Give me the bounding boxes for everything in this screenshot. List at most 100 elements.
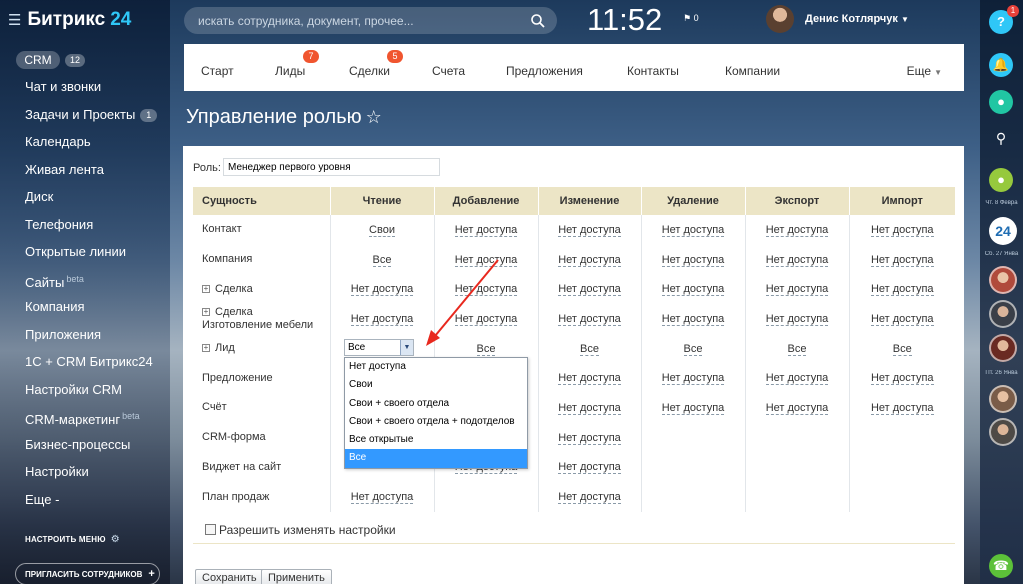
permission-value[interactable]: Нет доступа bbox=[870, 283, 934, 297]
menu-burger-icon[interactable]: ☰ bbox=[8, 11, 21, 29]
permission-value[interactable]: Нет доступа bbox=[661, 401, 725, 415]
flag-counter[interactable]: ⚑ 0 bbox=[683, 13, 699, 24]
permission-value[interactable]: Все bbox=[787, 342, 807, 356]
permission-value[interactable]: Нет доступа bbox=[870, 372, 934, 386]
search-icon[interactable] bbox=[530, 13, 546, 29]
role-name-input[interactable] bbox=[223, 158, 440, 176]
tab-more[interactable]: Еще ▼ bbox=[907, 64, 942, 78]
invite-employees-button[interactable]: ПРИГЛАСИТЬ СОТРУДНИКОВ + bbox=[15, 563, 160, 584]
tab-deals[interactable]: Сделки 5 bbox=[349, 50, 403, 78]
tab-companies[interactable]: Компании bbox=[725, 64, 780, 78]
permission-value[interactable]: Нет доступа bbox=[661, 283, 725, 297]
permission-value[interactable]: Нет доступа bbox=[558, 491, 621, 505]
dropdown-option[interactable]: Свои + своего отдела bbox=[345, 395, 527, 413]
avatar[interactable] bbox=[766, 5, 794, 33]
permission-value[interactable]: Нет доступа bbox=[350, 283, 414, 297]
permission-value[interactable]: Нет доступа bbox=[661, 372, 725, 386]
sidebar-item-company[interactable]: Компания bbox=[25, 297, 165, 325]
sidebar-item-crm[interactable]: CRM bbox=[16, 51, 60, 69]
permission-value[interactable]: Нет доступа bbox=[558, 283, 621, 297]
expand-icon[interactable]: + bbox=[202, 284, 210, 293]
permission-value[interactable]: Нет доступа bbox=[765, 372, 829, 386]
logo[interactable]: ☰ Битрикс 24 bbox=[8, 8, 131, 32]
phone-icon[interactable]: ☎ bbox=[989, 554, 1013, 578]
sidebar-item-calendar[interactable]: Календарь bbox=[25, 132, 165, 160]
allow-settings-checkbox-row[interactable]: Разрешить изменять настройки bbox=[205, 523, 396, 537]
permission-value[interactable]: Нет доступа bbox=[558, 223, 621, 237]
avatar[interactable] bbox=[989, 300, 1017, 328]
sidebar-item-open-lines[interactable]: Открытые линии bbox=[25, 242, 165, 270]
bell-icon[interactable]: 🔔 bbox=[989, 53, 1013, 77]
search-icon[interactable]: ⚲ bbox=[989, 126, 1013, 150]
permission-value[interactable]: Нет доступа bbox=[661, 312, 725, 326]
tab-contacts[interactable]: Контакты bbox=[627, 64, 679, 78]
sidebar-item-telephony[interactable]: Телефония bbox=[25, 215, 165, 243]
permission-value[interactable]: Нет доступа bbox=[558, 312, 621, 326]
permission-value[interactable]: Нет доступа bbox=[870, 312, 934, 326]
avatar[interactable] bbox=[989, 266, 1017, 294]
permission-value[interactable]: Нет доступа bbox=[558, 431, 621, 445]
tab-quotes[interactable]: Предложения bbox=[506, 64, 583, 78]
avatar[interactable] bbox=[989, 385, 1017, 413]
permission-value[interactable]: Нет доступа bbox=[558, 372, 621, 386]
permission-value[interactable]: Нет доступа bbox=[765, 401, 829, 415]
permission-value[interactable]: Нет доступа bbox=[558, 401, 621, 415]
tab-leads[interactable]: Лиды 7 bbox=[275, 50, 319, 78]
setup-menu-link[interactable]: НАСТРОИТЬ МЕНЮ ⚙ bbox=[25, 534, 120, 545]
user-menu[interactable]: Денис Котлярчук ▼ bbox=[805, 13, 909, 25]
sidebar-item-crm-marketing[interactable]: CRM-маркетинг beta bbox=[25, 407, 165, 435]
search-input[interactable] bbox=[198, 7, 518, 34]
bitrix24-icon[interactable]: 24 bbox=[989, 217, 1017, 245]
permission-value[interactable]: Все bbox=[372, 253, 392, 267]
sidebar-item-more[interactable]: Еще - bbox=[25, 490, 165, 518]
star-icon[interactable]: ☆ bbox=[366, 107, 382, 127]
permission-value[interactable]: Нет доступа bbox=[870, 401, 934, 415]
sidebar-item-disk[interactable]: Диск bbox=[25, 187, 165, 215]
permission-value[interactable]: Нет доступа bbox=[765, 223, 829, 237]
sidebar-item-live-feed[interactable]: Живая лента bbox=[25, 160, 165, 188]
permission-value[interactable]: Нет доступа bbox=[661, 253, 725, 267]
permission-value[interactable]: Нет доступа bbox=[765, 283, 829, 297]
permission-value[interactable]: Нет доступа bbox=[558, 253, 621, 267]
permission-value[interactable]: Нет доступа bbox=[765, 253, 829, 267]
permission-value[interactable]: Нет доступа bbox=[350, 312, 414, 326]
sidebar-item-chat[interactable]: Чат и звонки bbox=[25, 77, 165, 105]
permission-value[interactable]: Нет доступа bbox=[870, 253, 934, 267]
sidebar-item-sites[interactable]: Сайты beta bbox=[25, 270, 165, 298]
sidebar-item-settings[interactable]: Настройки bbox=[25, 462, 165, 490]
sidebar-item-crm-settings[interactable]: Настройки CRM bbox=[25, 380, 165, 408]
sidebar-item-apps[interactable]: Приложения bbox=[25, 325, 165, 353]
permission-value[interactable]: Нет доступа bbox=[765, 312, 829, 326]
allow-settings-checkbox[interactable] bbox=[205, 524, 216, 535]
permission-value[interactable]: Нет доступа bbox=[558, 461, 621, 475]
avatar[interactable] bbox=[989, 334, 1017, 362]
expand-icon[interactable]: + bbox=[202, 307, 210, 316]
sidebar-item-tasks[interactable]: Задачи и Проекты 1 bbox=[25, 105, 165, 133]
permission-value[interactable]: Свои bbox=[369, 223, 395, 237]
android-icon[interactable]: ● bbox=[989, 168, 1013, 192]
save-button[interactable]: Сохранить bbox=[195, 569, 264, 584]
dropdown-option-selected[interactable]: Все bbox=[345, 449, 527, 468]
apply-button[interactable]: Применить bbox=[261, 569, 332, 584]
permission-value[interactable]: Нет доступа bbox=[661, 223, 725, 237]
read-permission-select[interactable]: Все ▼ bbox=[344, 339, 414, 356]
permission-value[interactable]: Все bbox=[683, 342, 703, 356]
permission-value[interactable]: Нет доступа bbox=[350, 491, 414, 505]
sidebar-item-business-processes[interactable]: Бизнес-процессы bbox=[25, 435, 165, 463]
chat-icon[interactable]: ● bbox=[989, 90, 1013, 114]
chevron-down-icon[interactable]: ▼ bbox=[400, 340, 413, 355]
dropdown-option[interactable]: Свои + своего отдела + подотделов bbox=[345, 413, 527, 431]
dropdown-option[interactable]: Все открытые bbox=[345, 431, 527, 449]
dropdown-option[interactable]: Нет доступа bbox=[345, 358, 527, 376]
permission-value[interactable]: Нет доступа bbox=[870, 223, 934, 237]
avatar[interactable] bbox=[989, 418, 1017, 446]
tab-start[interactable]: Старт bbox=[201, 64, 234, 78]
clock[interactable]: 11:52 bbox=[587, 0, 662, 40]
permission-value[interactable]: Все bbox=[892, 342, 912, 356]
tab-invoices[interactable]: Счета bbox=[432, 64, 465, 78]
dropdown-option[interactable]: Свои bbox=[345, 376, 527, 394]
permission-value[interactable]: Все bbox=[580, 342, 599, 356]
sidebar-item-1c[interactable]: 1С + CRM Битрикс24 bbox=[25, 352, 165, 380]
permission-value[interactable]: Нет доступа bbox=[454, 223, 518, 237]
expand-icon[interactable]: + bbox=[202, 344, 210, 353]
